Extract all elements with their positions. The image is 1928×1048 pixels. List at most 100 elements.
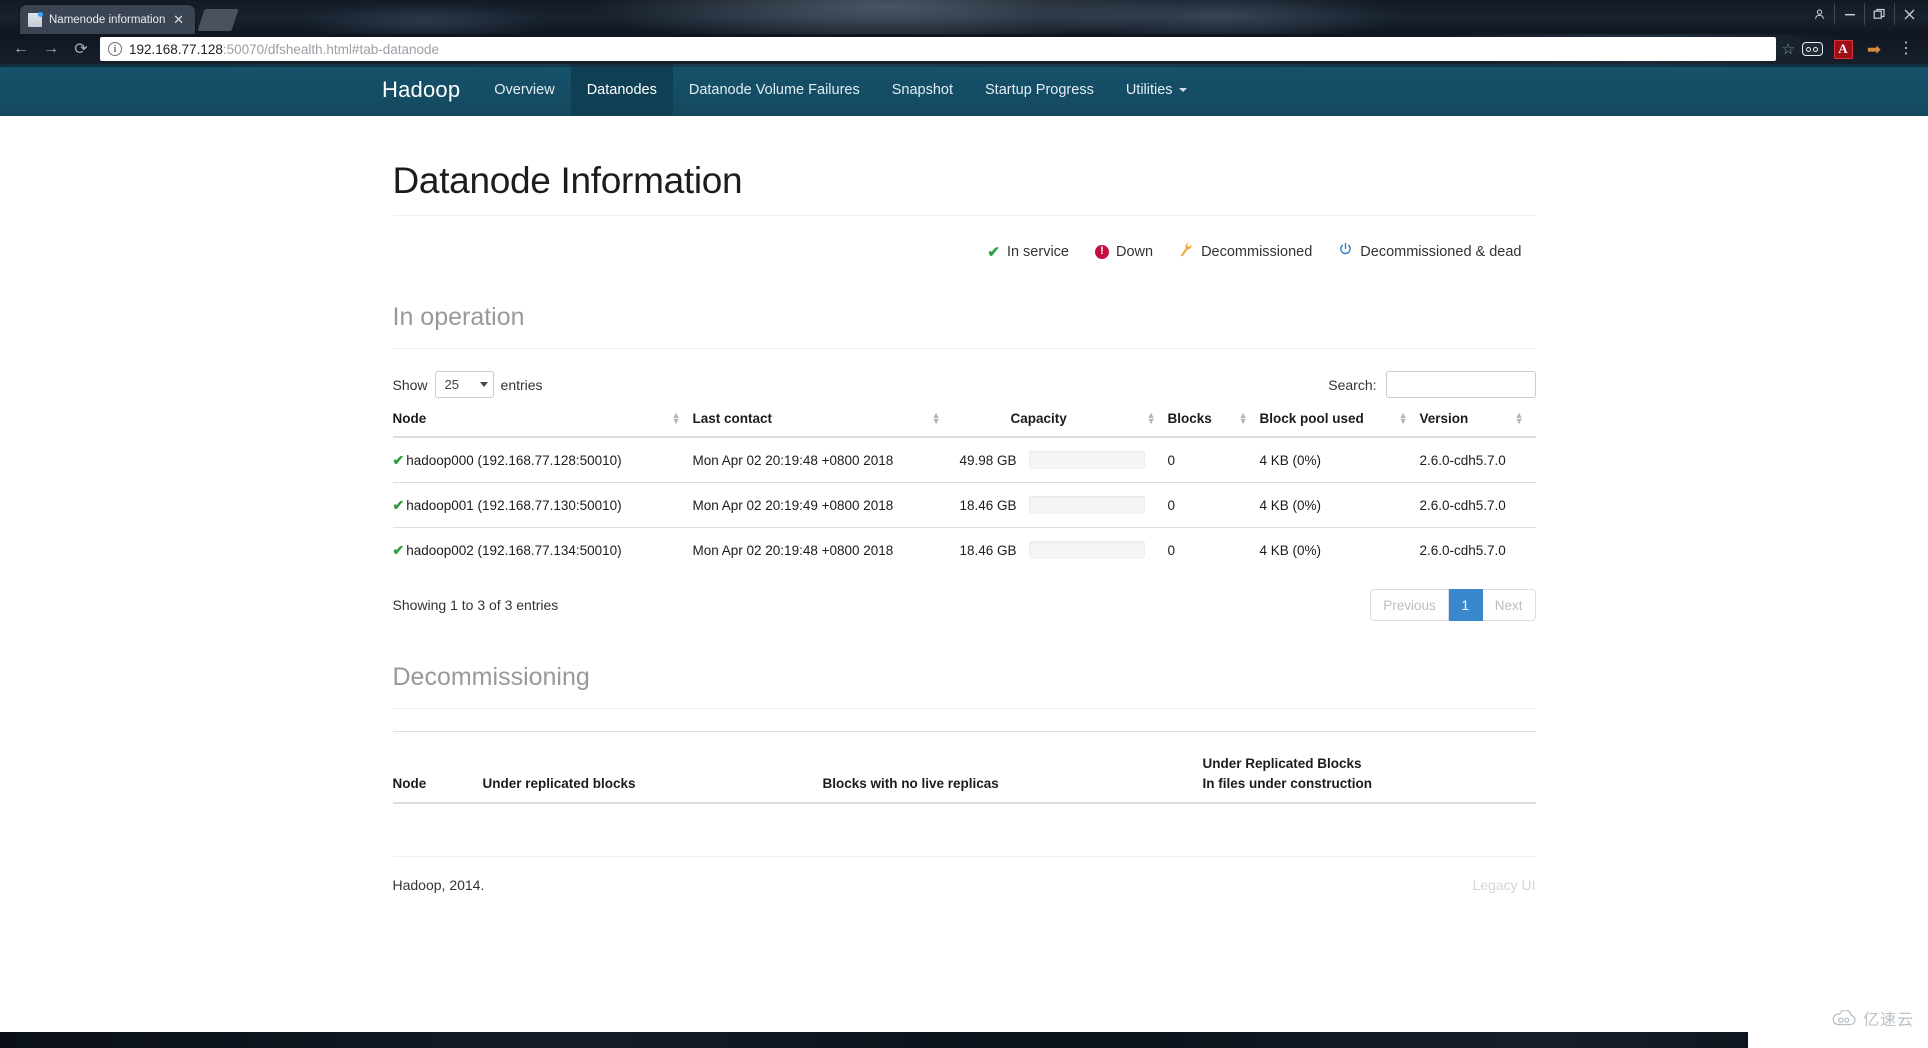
capacity-text: 18.46 GB xyxy=(959,497,1017,513)
footer-copyright: Hadoop, 2014. xyxy=(392,877,485,894)
sort-icon: ▲ ▼ xyxy=(1238,410,1248,426)
reload-icon[interactable]: ⟳ xyxy=(66,36,96,62)
node-link[interactable]: hadoop002 (192.168.77.134:50010) xyxy=(406,543,621,558)
browser-toolbar: ← → ⟳ i 192.168.77.128:50070/dfshealth.h… xyxy=(0,34,1928,64)
brand-hadoop[interactable]: Hadoop xyxy=(382,64,478,116)
glasses-extension-icon[interactable] xyxy=(1801,39,1823,60)
page-length-value: 25 xyxy=(444,377,459,392)
legend-decommissioned-dead-label: Decommissioned & dead xyxy=(1360,243,1522,260)
sort-icon: ▲ ▼ xyxy=(1146,410,1156,426)
th-blocks[interactable]: Blocks ▲ ▼ xyxy=(1167,410,1260,438)
th-version[interactable]: Version ▲ ▼ xyxy=(1419,411,1536,438)
address-bar[interactable]: i 192.168.77.128:50070/dfshealth.html#ta… xyxy=(100,37,1776,61)
search-input[interactable] xyxy=(1385,371,1536,398)
extension-icons: A ➡ ⋮ xyxy=(1801,39,1922,60)
profile-icon[interactable] xyxy=(1804,3,1834,25)
nav-item-startup-progress[interactable]: Startup Progress xyxy=(969,64,1110,116)
decommissioning-heading: Decommissioning xyxy=(392,663,1536,709)
minimize-button[interactable] xyxy=(1834,3,1864,25)
table-header-row: Node ▲ ▼ Last contact ▲ ▼ Capacity ▲ ▼ Blocks ▲… xyxy=(392,410,1536,438)
datatable-footer: Showing 1 to 3 of 3 entries Previous 1 N… xyxy=(393,589,1536,621)
th-capacity[interactable]: Capacity ▲ ▼ xyxy=(952,410,1168,438)
watermark: 亿速云 xyxy=(1831,1006,1914,1030)
cell-last-contact: Mon Apr 02 20:19:49 +0800 2018 xyxy=(692,482,953,528)
nav-item-overview[interactable]: Overview xyxy=(478,64,570,116)
hadoop-navbar: Hadoop Overview Datanodes Datanode Volum… xyxy=(0,64,1928,116)
check-icon: ✔ xyxy=(987,243,1000,261)
legacy-ui-link[interactable]: Legacy UI xyxy=(1472,877,1535,893)
legend-decommissioned-label: Decommissioned xyxy=(1201,243,1313,260)
circle-exclamation-icon: ! xyxy=(1095,244,1109,259)
pagination-page-1[interactable]: 1 xyxy=(1448,589,1483,621)
cell-last-contact: Mon Apr 02 20:19:48 +0800 2018 xyxy=(692,452,894,468)
address-bar-url: 192.168.77.128:50070/dfshealth.html#tab-… xyxy=(129,42,439,57)
url-host: 192.168.77.128 xyxy=(129,41,223,57)
datanodes-table-body: ✔ hadoop000 (192.168.77.128:50010) Mon A… xyxy=(392,437,1536,572)
browser-tab-strip: Namenode information ✕ xyxy=(0,0,1928,34)
site-info-icon[interactable]: i xyxy=(108,42,122,56)
legend-decommissioned: Decommissioned xyxy=(1179,242,1312,261)
th-dc-line-1: Under Replicated Blocks xyxy=(1202,756,1362,771)
close-icon[interactable]: ✕ xyxy=(170,13,187,26)
close-window-button[interactable] xyxy=(1894,3,1924,25)
th-node[interactable]: Node ▲ ▼ xyxy=(392,410,693,438)
nav-item-snapshot[interactable]: Snapshot xyxy=(876,64,969,116)
status-legend: ✔ In service ! Down Decommissioned Decom… xyxy=(393,216,1536,261)
in-operation-heading: In operation xyxy=(392,303,1536,349)
cell-node: ✔ hadoop000 (192.168.77.128:50010) xyxy=(393,437,693,483)
legend-in-service-label: In service xyxy=(1006,243,1069,260)
nav-item-utilities-label: Utilities xyxy=(1125,82,1173,98)
page-content: Datanode Information ✔ In service ! Down… xyxy=(392,116,1536,894)
browser-tab[interactable]: Namenode information ✕ xyxy=(20,5,195,34)
cell-node: ✔ hadoop002 (192.168.77.134:50010) xyxy=(392,527,693,572)
back-icon[interactable]: ← xyxy=(6,36,36,62)
th-dc-blocks-no-live-replicas: Blocks with no live replicas xyxy=(822,731,1203,805)
url-path: :50070/dfshealth.html#tab-datanode xyxy=(222,41,440,57)
cell-version: 2.6.0-cdh5.7.0 xyxy=(1419,452,1506,468)
decommissioning-table-head: Node Under replicated blocks Blocks with… xyxy=(392,731,1536,805)
new-tab-button[interactable] xyxy=(197,9,239,31)
th-dc-under-replicated-blocks: Under replicated blocks xyxy=(482,731,823,805)
adobe-pdf-icon[interactable]: A xyxy=(1832,39,1854,60)
maximize-restore-button[interactable] xyxy=(1864,3,1894,25)
th-last-contact-label: Last contact xyxy=(692,411,773,426)
pagination-next[interactable]: Next xyxy=(1482,589,1536,621)
table-row: ✔ hadoop002 (192.168.77.134:50010) Mon A… xyxy=(392,527,1536,572)
pagination-previous[interactable]: Previous xyxy=(1370,589,1449,621)
os-taskbar xyxy=(0,1032,1928,1048)
cell-version: 2.6.0-cdh5.7.0 xyxy=(1419,482,1536,528)
cell-blocks: 0 xyxy=(1167,482,1260,528)
power-icon xyxy=(1338,242,1353,261)
show-label: Show xyxy=(392,376,428,393)
capacity-progress xyxy=(1028,541,1145,559)
nav-item-datanode-volume-failures[interactable]: Datanode Volume Failures xyxy=(673,64,876,116)
th-blocks-label: Blocks xyxy=(1167,411,1212,426)
sort-icon: ▲ ▼ xyxy=(671,410,681,426)
nav-item-datanodes[interactable]: Datanodes xyxy=(570,64,673,116)
node-link[interactable]: hadoop000 (192.168.77.128:50010) xyxy=(406,453,621,468)
datatable-info: Showing 1 to 3 of 3 entries xyxy=(392,597,559,613)
wrench-icon xyxy=(1178,241,1196,262)
nav-item-utilities[interactable]: Utilities xyxy=(1110,64,1203,116)
cell-blocks: 0 xyxy=(1167,452,1176,468)
bookmark-star-icon[interactable]: ☆ xyxy=(1782,40,1795,58)
sort-icon: ▲ ▼ xyxy=(931,410,941,426)
th-node-label: Node xyxy=(392,411,427,426)
browser-tab-title: Namenode information xyxy=(49,13,166,26)
node-link[interactable]: hadoop001 (192.168.77.130:50010) xyxy=(406,498,621,513)
page-length-select[interactable]: 25 xyxy=(434,371,494,398)
cell-block-pool-used: 4 KB (0%) xyxy=(1259,452,1322,468)
table-row: ✔ hadoop001 (192.168.77.130:50010) Mon A… xyxy=(392,482,1536,528)
forward-icon[interactable]: → xyxy=(36,36,66,62)
download-arrow-icon[interactable]: ➡ xyxy=(1863,39,1885,60)
table-header-row: Node Under replicated blocks Blocks with… xyxy=(392,731,1536,805)
cell-node: ✔ hadoop001 (192.168.77.130:50010) xyxy=(392,482,693,528)
th-last-contact[interactable]: Last contact ▲ ▼ xyxy=(692,410,953,438)
chrome-menu-icon[interactable]: ⋮ xyxy=(1894,41,1918,57)
th-block-pool-used[interactable]: Block pool used ▲ ▼ xyxy=(1259,411,1420,438)
th-dc-node: Node xyxy=(392,731,483,805)
pagination: Previous 1 Next xyxy=(1370,589,1536,621)
th-capacity-label: Capacity xyxy=(1010,411,1067,426)
page-footer: Hadoop, 2014. Legacy UI xyxy=(392,856,1536,894)
chevron-down-icon xyxy=(1178,88,1187,92)
